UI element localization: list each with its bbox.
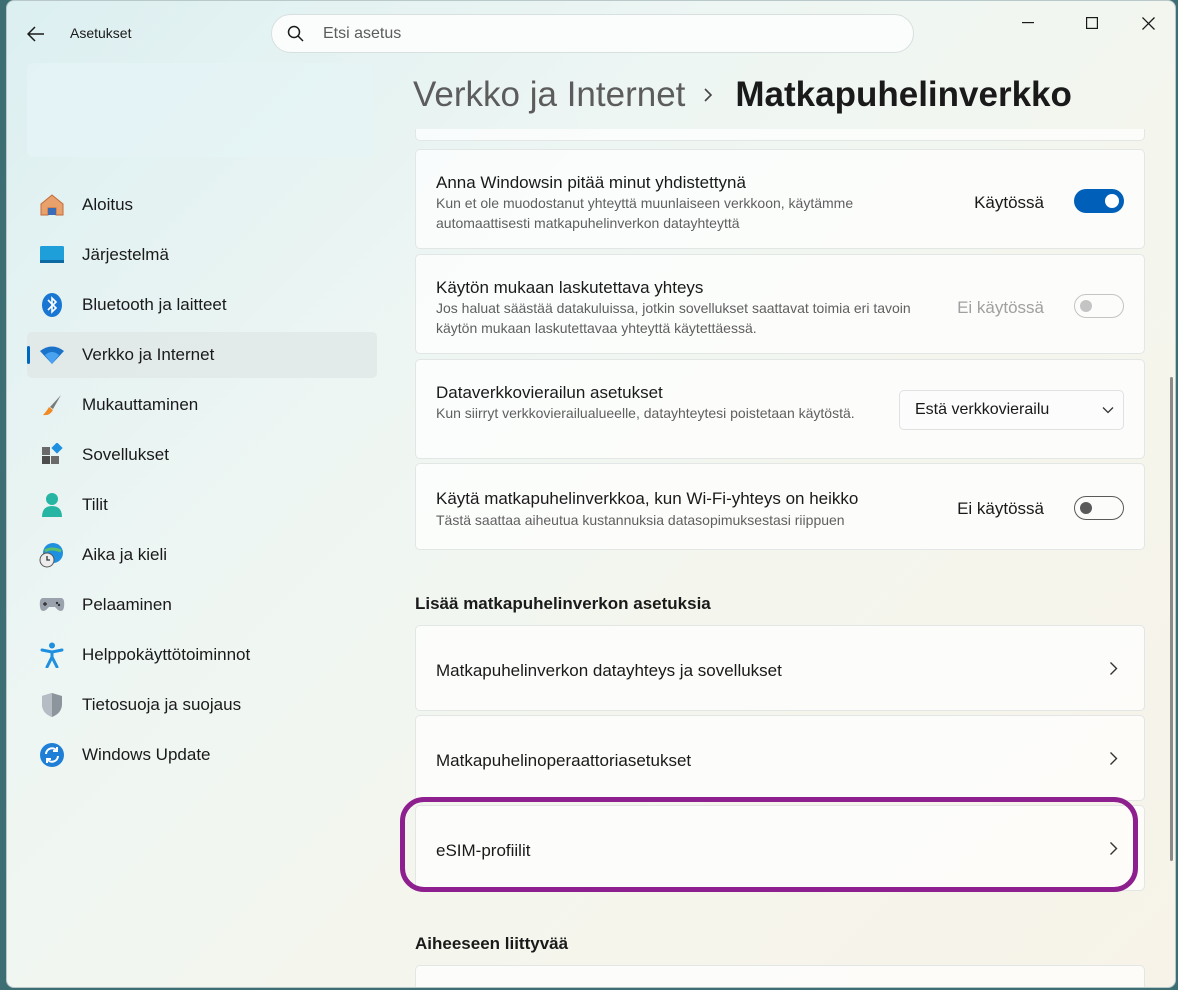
system-icon — [39, 242, 65, 268]
toggle-state-label: Ei käytössä — [957, 298, 1044, 317]
brush-icon — [39, 392, 65, 418]
section-header-related: Aiheeseen liittyvää — [415, 934, 569, 953]
chevron-down-icon — [1093, 406, 1123, 414]
setting-title: Käytä matkapuhelinverkkoa, kun Wi-Fi-yht… — [436, 489, 859, 508]
setting-description: Jos haluat säästää datakuluissa, jotkin … — [436, 300, 911, 336]
toggle-knob — [1105, 194, 1119, 208]
setting-description: Tästä saattaa aiheutua kustannuksia data… — [436, 512, 845, 528]
partial-card — [415, 129, 1145, 141]
toggle-state-label: Käytössä — [974, 193, 1044, 212]
link-title: eSIM-profiilit — [436, 841, 531, 860]
back-arrow-icon — [27, 26, 44, 42]
setting-title: Dataverkkovierailun asetukset — [436, 383, 663, 402]
sidebar-item-aika[interactable]: Aika ja kieli — [27, 532, 377, 578]
apps-icon — [39, 442, 65, 468]
person-icon — [39, 492, 65, 518]
sidebar-item-pelaaminen[interactable]: Pelaaminen — [27, 582, 377, 628]
close-button[interactable] — [1125, 11, 1171, 35]
chevron-right-icon — [1106, 748, 1120, 768]
sidebar-item-tilit[interactable]: Tilit — [27, 482, 377, 528]
search-placeholder: Etsi asetus — [323, 24, 402, 42]
search-icon — [286, 24, 306, 44]
accessibility-icon — [39, 642, 65, 668]
sidebar-item-tietosuoja[interactable]: Tietosuoja ja suojaus — [27, 682, 377, 728]
shield-icon — [39, 692, 65, 718]
settings-content: Anna Windowsin pitää minut yhdistettynä … — [415, 129, 1145, 987]
search-box[interactable]: Etsi asetus — [271, 14, 914, 53]
roaming-dropdown[interactable]: Estä verkkovierailu — [899, 390, 1124, 430]
chevron-right-icon — [703, 85, 717, 105]
link-title: Matkapuhelinoperaattoriasetukset — [436, 751, 692, 770]
setting-weak-wifi: Käytä matkapuhelinverkkoa, kun Wi-Fi-yht… — [415, 463, 1145, 550]
sidebar-item-mukauttaminen[interactable]: Mukauttaminen — [27, 382, 377, 428]
setting-description: Kun et ole muodostanut yhteyttä muunlais… — [436, 195, 854, 231]
weak-wifi-toggle[interactable] — [1074, 496, 1124, 520]
dropdown-value: Estä verkkovierailu — [915, 401, 1050, 418]
chevron-right-icon — [1106, 838, 1120, 858]
page-title: Matkapuhelinverkko — [735, 75, 1072, 114]
section-header-more: Lisää matkapuhelinverkon asetuksia — [415, 594, 711, 613]
link-operator-settings[interactable]: Matkapuhelinoperaattoriasetukset — [415, 715, 1145, 801]
maximize-button[interactable] — [1069, 11, 1115, 35]
breadcrumb: Verkko ja Internet Matkapuhelinverkko — [413, 75, 1072, 115]
breadcrumb-parent[interactable]: Verkko ja Internet — [413, 75, 685, 115]
globe-clock-icon — [39, 542, 65, 568]
bluetooth-icon — [39, 292, 65, 318]
back-button[interactable] — [21, 19, 51, 49]
title-bar: Asetukset Etsi asetus — [7, 1, 1175, 65]
update-icon — [39, 742, 65, 768]
setting-description: Kun siirryt verkkovierailualueelle, data… — [436, 405, 855, 421]
sidebar-item-aloitus[interactable]: Aloitus — [27, 182, 377, 228]
sidebar-item-windows-update[interactable]: Windows Update — [27, 732, 377, 778]
link-cellular-data-apps[interactable]: Matkapuhelinverkon datayhteys ja sovellu… — [415, 625, 1145, 711]
setting-stay-connected: Anna Windowsin pitää minut yhdistettynä … — [415, 149, 1145, 249]
setting-metered-connection: Käytön mukaan laskutettava yhteys Jos ha… — [415, 254, 1145, 354]
toggle-knob — [1080, 502, 1092, 514]
app-title: Asetukset — [70, 25, 132, 41]
gamepad-icon — [39, 592, 65, 618]
toggle-state-label: Ei käytössä — [957, 499, 1044, 518]
chevron-right-icon — [1106, 658, 1120, 678]
setting-title: Käytön mukaan laskutettava yhteys — [436, 278, 704, 297]
wifi-icon — [39, 342, 65, 368]
stay-connected-toggle[interactable] — [1074, 189, 1124, 213]
settings-window: Asetukset Etsi asetus Aloitus Järjestelm… — [6, 0, 1176, 988]
metered-connection-toggle[interactable] — [1074, 294, 1124, 318]
link-esim-profiles[interactable]: eSIM-profiilit — [415, 805, 1145, 891]
sidebar-nav: Aloitus Järjestelmä Bluetooth ja laittee… — [27, 182, 377, 782]
profile-card[interactable] — [27, 63, 373, 157]
link-title: Matkapuhelinverkon datayhteys ja sovellu… — [436, 661, 782, 680]
close-icon — [1141, 16, 1155, 30]
minimize-button[interactable] — [1005, 11, 1051, 35]
sidebar-item-verkko[interactable]: Verkko ja Internet — [27, 332, 377, 378]
setting-title: Anna Windowsin pitää minut yhdistettynä — [436, 173, 746, 192]
related-card[interactable] — [415, 965, 1145, 987]
sidebar-item-bluetooth[interactable]: Bluetooth ja laitteet — [27, 282, 377, 328]
toggle-knob — [1080, 300, 1092, 312]
sidebar-item-helppokaytto[interactable]: Helppokäyttötoiminnot — [27, 632, 377, 678]
setting-data-roaming: Dataverkkovierailun asetukset Kun siirry… — [415, 359, 1145, 459]
sidebar-item-jarjestelma[interactable]: Järjestelmä — [27, 232, 377, 278]
maximize-icon — [1086, 17, 1098, 29]
home-icon — [39, 192, 65, 218]
sidebar-item-sovellukset[interactable]: Sovellukset — [27, 432, 377, 478]
minimize-icon — [1022, 22, 1034, 24]
scrollbar[interactable] — [1170, 377, 1173, 861]
